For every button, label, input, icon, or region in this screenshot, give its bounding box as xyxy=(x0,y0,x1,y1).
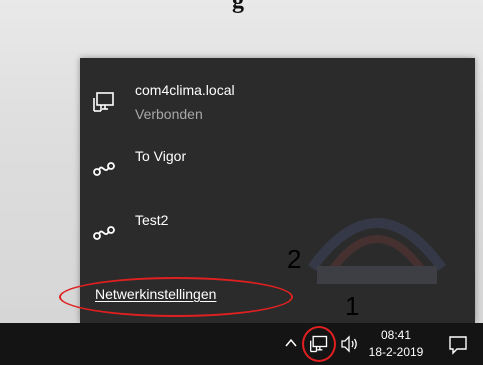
network-name: com4clima.local xyxy=(135,82,235,98)
clock-date: 18-2-2019 xyxy=(368,345,424,359)
network-item-test2[interactable]: Test2 xyxy=(80,204,475,260)
dialup-icon xyxy=(93,226,115,240)
network-status: Verbonden xyxy=(135,106,203,122)
network-flyout: com4clima.local Verbonden To Vigor Test2… xyxy=(59,58,475,323)
taskbar-clock[interactable]: 08:41 18-2-2019 xyxy=(364,327,428,361)
taskbar: 08:41 18-2-2019 xyxy=(0,323,483,365)
cropped-heading: g xyxy=(232,0,244,14)
network-item-com4clima[interactable]: com4clima.local Verbonden xyxy=(80,76,475,132)
network-settings-link[interactable]: Netwerkinstellingen xyxy=(95,286,216,302)
annotation-number-1: 1 xyxy=(345,291,360,321)
network-icon[interactable] xyxy=(309,334,329,354)
dialup-icon xyxy=(93,162,115,176)
network-name: To Vigor xyxy=(135,148,187,164)
notification-icon[interactable] xyxy=(448,335,468,355)
clock-time: 08:41 xyxy=(380,328,412,342)
annotation-number-2: 2 xyxy=(287,244,302,274)
volume-icon[interactable] xyxy=(340,334,360,354)
chevron-up-icon[interactable] xyxy=(284,335,298,351)
network-name: Test2 xyxy=(135,212,169,228)
network-item-to-vigor[interactable]: To Vigor xyxy=(80,140,475,196)
ethernet-icon xyxy=(93,92,114,112)
